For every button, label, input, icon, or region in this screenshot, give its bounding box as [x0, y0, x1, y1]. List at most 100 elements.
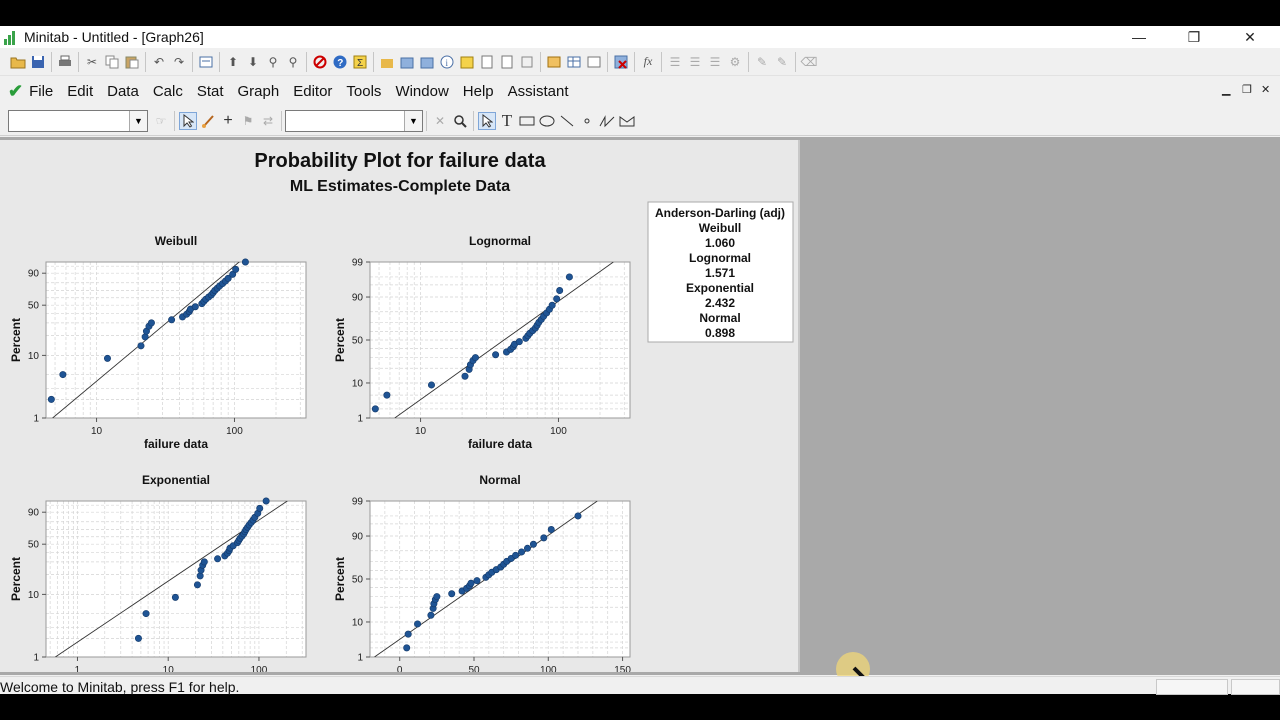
stat-guide-icon[interactable]: Σ [351, 53, 369, 71]
menu-calc[interactable]: Calc [153, 83, 183, 100]
delete-icon[interactable]: ✕ [431, 112, 449, 130]
history-folder-icon[interactable] [418, 53, 436, 71]
annotation-select-icon[interactable] [478, 111, 496, 130]
legend-value-lognormal: 1.571 [705, 266, 735, 280]
menu-data[interactable]: Data [107, 83, 139, 100]
edit-item-icon[interactable]: ☞ [152, 112, 170, 130]
data-point [147, 319, 155, 327]
restore-button[interactable]: ❐ [1171, 26, 1217, 48]
graph-item-select[interactable]: ▼ [8, 109, 148, 132]
menu-help[interactable]: Help [463, 83, 494, 100]
info-icon[interactable]: i [438, 53, 456, 71]
show-graphs-icon[interactable] [545, 53, 563, 71]
align-right-icon[interactable]: ☰ [706, 53, 724, 71]
data-point [427, 381, 435, 389]
marker-tool-icon[interactable] [578, 112, 596, 130]
data-point [433, 593, 441, 601]
y-tick-label: 90 [352, 532, 364, 543]
menu-tools[interactable]: Tools [346, 83, 381, 100]
save-icon[interactable] [29, 53, 47, 71]
menu-window[interactable]: Window [395, 83, 448, 100]
ellipse-tool-icon[interactable] [538, 112, 556, 130]
mdi-restore-button[interactable]: ❐ [1242, 83, 1252, 96]
brush-settings-icon[interactable]: ⚙ [726, 53, 744, 71]
y-tick-label: 50 [352, 575, 364, 586]
menu-graph[interactable]: Graph [238, 83, 280, 100]
data-point [547, 526, 555, 534]
project-manager-icon[interactable] [378, 53, 396, 71]
graphs-folder-icon[interactable] [458, 53, 476, 71]
minimize-button[interactable]: — [1116, 26, 1162, 48]
data-point [574, 512, 582, 520]
move-up-icon[interactable]: ⬆ [224, 53, 242, 71]
design-icon[interactable] [518, 53, 536, 71]
close-button[interactable]: ✕ [1227, 26, 1273, 48]
formula-icon[interactable]: fx [639, 53, 657, 71]
worksheet-icon[interactable] [565, 53, 583, 71]
polygon-tool-icon[interactable] [618, 112, 636, 130]
crosshair-icon[interactable]: + [219, 112, 237, 130]
plot-item-select[interactable]: ▼ [285, 109, 423, 132]
find-next-icon[interactable]: ⚲ [284, 53, 302, 71]
panel-title: Weibull [155, 234, 197, 248]
data-point [467, 579, 475, 587]
select-arrow-icon[interactable] [179, 111, 197, 130]
mdi-minimize-button[interactable]: ▁ [1222, 83, 1230, 96]
y-axis-label: Percent [9, 557, 23, 601]
cut-icon[interactable]: ✂ [83, 53, 101, 71]
menu-stat[interactable]: Stat [197, 83, 224, 100]
menu-bar: ✔ File Edit Data Calc Stat Graph Editor … [0, 77, 1280, 105]
redo-icon[interactable]: ↷ [170, 53, 188, 71]
menu-file[interactable]: File [29, 83, 53, 100]
menu-edit[interactable]: Edit [67, 83, 93, 100]
session-icon[interactable] [197, 53, 215, 71]
close-graphs-icon[interactable] [612, 53, 630, 71]
edit-pen-icon[interactable]: ✎ [773, 53, 791, 71]
rectangle-tool-icon[interactable] [518, 112, 536, 130]
brush-icon[interactable] [199, 112, 217, 130]
graph-window[interactable]: Probability Plot for failure data ML Est… [0, 140, 800, 690]
data-point [565, 273, 573, 281]
open-icon[interactable] [9, 53, 27, 71]
probability-plot-lognormal: 10 100 1 10 50 90 99 Lognormal failure data Perce… [333, 234, 631, 451]
align-left-icon[interactable]: ☰ [666, 53, 684, 71]
y-tick-label: 1 [357, 653, 363, 664]
x-axis-label: failure data [144, 437, 208, 451]
paste-icon[interactable] [123, 53, 141, 71]
set-id-icon[interactable]: ⚑ [239, 112, 257, 130]
eraser-icon[interactable]: ⌫ [800, 53, 818, 71]
session-folder-icon[interactable] [398, 53, 416, 71]
data-point [548, 301, 556, 309]
data-point [471, 354, 479, 362]
minitab-app-icon [4, 29, 20, 45]
svg-text:Σ: Σ [357, 58, 363, 69]
data-point [404, 630, 412, 638]
session-window-icon[interactable] [585, 53, 603, 71]
window-title: Minitab - Untitled - [Graph26] [24, 29, 204, 45]
status-panel [1156, 679, 1228, 695]
print-icon[interactable] [56, 53, 74, 71]
mdi-close-button[interactable]: ✕ [1261, 83, 1270, 96]
data-point [256, 504, 264, 512]
related-docs-icon[interactable] [498, 53, 516, 71]
jitter-icon[interactable]: ⇄ [259, 112, 277, 130]
polyline-tool-icon[interactable] [598, 112, 616, 130]
menu-editor[interactable]: Editor [293, 83, 332, 100]
move-down-icon[interactable]: ⬇ [244, 53, 262, 71]
find-icon[interactable]: ⚲ [264, 53, 282, 71]
help-icon[interactable]: ? [331, 53, 349, 71]
line-tool-icon[interactable] [558, 112, 576, 130]
data-point [556, 287, 564, 295]
undo-icon[interactable]: ↶ [150, 53, 168, 71]
edit-line-icon[interactable]: ✎ [753, 53, 771, 71]
menu-assistant[interactable]: Assistant [508, 83, 569, 100]
text-tool-icon[interactable]: T [498, 111, 516, 130]
zoom-icon[interactable] [451, 112, 469, 130]
copy-icon[interactable] [103, 53, 121, 71]
x-tick-label: 10 [415, 426, 427, 437]
report-pad-icon[interactable] [478, 53, 496, 71]
align-center-icon[interactable]: ☰ [686, 53, 704, 71]
cancel-icon[interactable] [311, 53, 329, 71]
data-point [512, 551, 520, 559]
data-point [200, 558, 208, 566]
